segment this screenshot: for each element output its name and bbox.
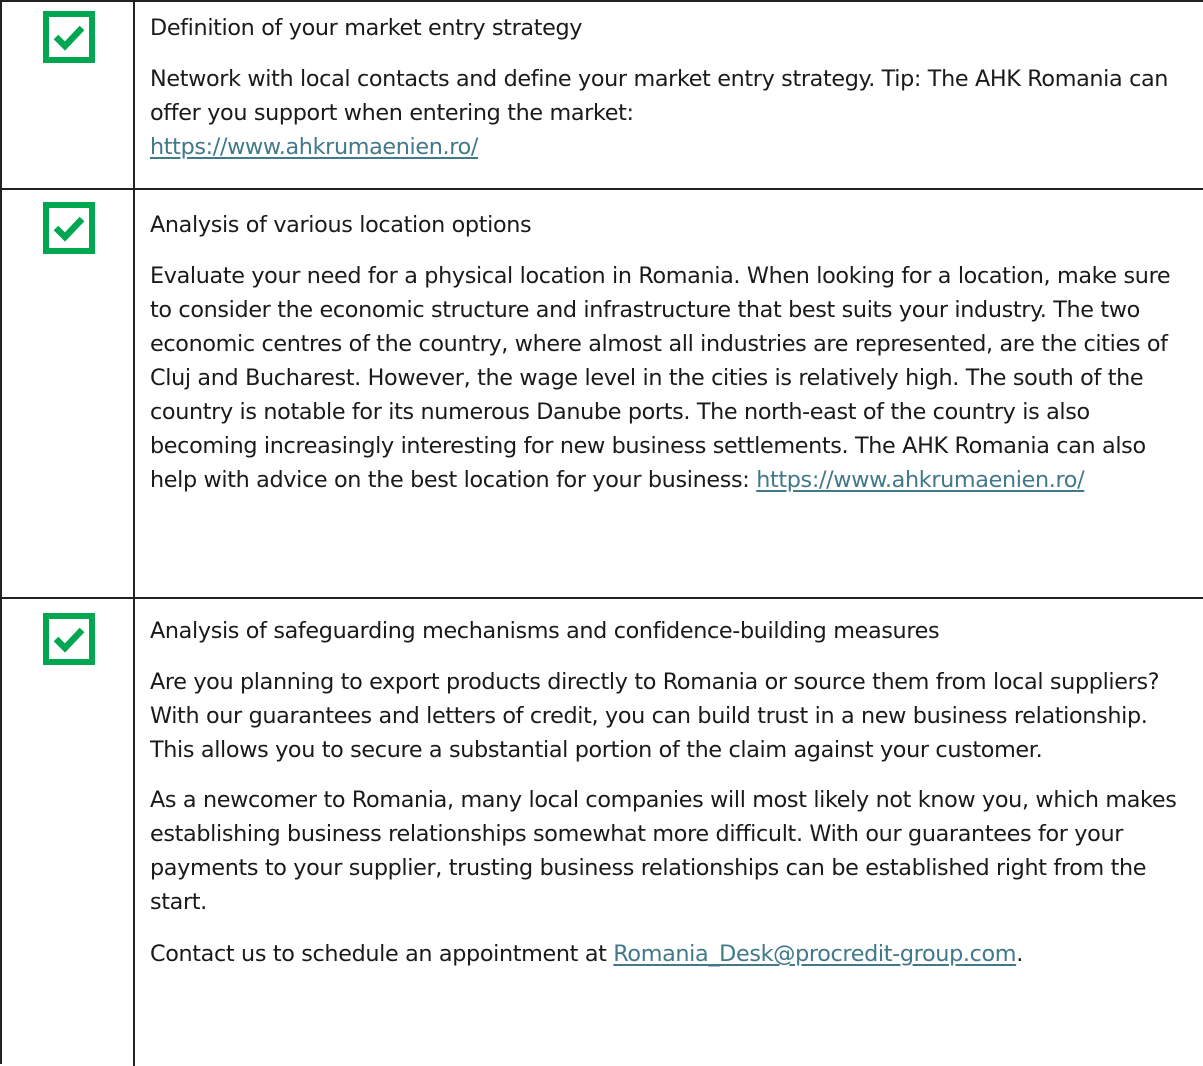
description-text: Network with local contacts and define y… (150, 66, 1169, 126)
item-description: Network with local contacts and define y… (150, 62, 1195, 164)
checklist-row: Analysis of various location options Eva… (2, 190, 1203, 599)
item-title: Analysis of safeguarding mechanisms and … (150, 618, 940, 644)
checkbox-cell (2, 599, 135, 1066)
checked-box-icon[interactable] (43, 613, 95, 665)
content-cell: Analysis of safeguarding mechanisms and … (150, 599, 1195, 971)
description-text: Evaluate your need for a physical locati… (150, 263, 1171, 493)
checkbox-cell (2, 2, 135, 188)
contact-line: Contact us to schedule an appointment at… (150, 937, 1195, 971)
contact-text: Contact us to schedule an appointment at (150, 941, 607, 967)
checklist-table: Definition of your market entry strategy… (0, 0, 1203, 1066)
checklist-row: Definition of your market entry strategy… (2, 2, 1203, 190)
ahk-romania-link[interactable]: https://www.ahkrumaenien.ro/ (150, 134, 478, 160)
checkbox-cell (2, 190, 135, 597)
checked-box-icon[interactable] (43, 202, 95, 254)
checked-box-icon[interactable] (43, 11, 95, 63)
content-cell: Analysis of various location options Eva… (150, 190, 1195, 497)
item-description: Are you planning to export products dire… (150, 669, 1160, 763)
content-cell: Definition of your market entry strategy… (150, 2, 1195, 164)
item-title: Definition of your market entry strategy (150, 15, 583, 41)
email-link[interactable]: Romania_Desk@procredit-group.com (613, 941, 1016, 967)
item-description: Evaluate your need for a physical locati… (150, 259, 1195, 497)
checklist-row: Analysis of safeguarding mechanisms and … (2, 599, 1203, 1066)
trailing-period: . (1016, 941, 1023, 967)
ahk-romania-link[interactable]: https://www.ahkrumaenien.ro/ (756, 467, 1084, 493)
item-title: Analysis of various location options (150, 212, 532, 238)
item-description: As a newcomer to Romania, many local com… (150, 787, 1177, 915)
